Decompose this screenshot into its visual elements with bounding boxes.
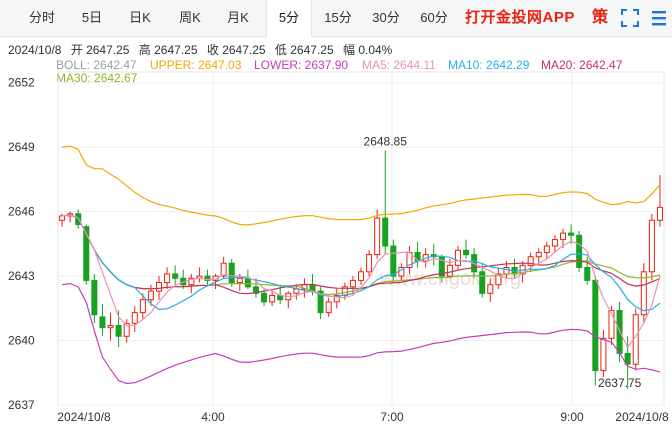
candle-body	[147, 290, 154, 301]
candle-body	[91, 279, 98, 316]
candle-body	[454, 249, 461, 266]
candle-body	[576, 234, 583, 269]
candle-body	[236, 277, 243, 284]
candle-body	[479, 271, 486, 294]
candle-body	[164, 273, 171, 284]
candle-body	[172, 273, 179, 279]
axis-labels: 2652 2649 2646 2643 2640 2637 2024/10/8 4:00 7:0…	[8, 76, 669, 424]
candle-body	[261, 292, 268, 303]
line-upper	[61, 145, 661, 226]
y-tick-label: 2637	[8, 398, 35, 412]
candle-body	[131, 312, 138, 324]
x-tick-label: 9:00	[560, 410, 584, 424]
indicator-lines	[61, 145, 661, 385]
candle-body	[366, 254, 373, 273]
high-annotation: 2648.85	[364, 134, 408, 148]
candle-body	[584, 267, 591, 281]
candle-body	[382, 217, 389, 247]
candle-body	[568, 232, 575, 236]
y-tick-label: 2643	[8, 269, 35, 283]
candle-body	[244, 277, 251, 288]
plot-border	[57, 71, 665, 406]
candle-body	[99, 316, 106, 329]
x-tick-label: 2024/10/8	[615, 410, 669, 424]
candle-body	[357, 271, 365, 281]
candle-body	[487, 284, 494, 294]
candle-body	[551, 239, 558, 247]
candle-body	[293, 288, 300, 294]
candle-body	[139, 299, 146, 314]
candle-body	[535, 251, 542, 258]
candle-body	[349, 279, 356, 288]
x-tick-label: 2024/10/8	[57, 410, 111, 424]
candlestick-chart[interactable]: www.cngold.org 2652264926462643264026372…	[0, 0, 672, 425]
candle-body	[155, 282, 163, 292]
y-tick-label: 2646	[8, 205, 35, 219]
chart-grid	[57, 71, 665, 406]
candle-body	[325, 301, 332, 314]
candle-body	[559, 232, 567, 241]
candle-body	[543, 245, 550, 253]
low-annotation: 2637.75	[598, 376, 642, 390]
candle-body	[656, 206, 663, 221]
candle-body	[390, 245, 397, 277]
candle-body	[592, 279, 599, 372]
x-tick-label: 7:00	[380, 410, 404, 424]
candle-body	[228, 262, 235, 284]
candle-body	[115, 325, 122, 337]
candle-body	[600, 337, 607, 372]
candle-body	[374, 217, 381, 256]
y-tick-label: 2640	[8, 334, 35, 348]
y-tick-label: 2652	[8, 76, 35, 90]
candle-body	[107, 325, 114, 329]
y-tick-label: 2649	[8, 140, 35, 154]
candle-body	[220, 262, 227, 277]
x-tick-label: 4:00	[201, 410, 225, 424]
candle-body	[59, 215, 66, 221]
candle-body	[446, 264, 453, 277]
candle-body	[503, 267, 510, 275]
candle-body	[648, 219, 655, 273]
candle-body	[463, 249, 470, 256]
annotations: 2648.85 2637.75	[364, 134, 642, 389]
candle-body	[269, 294, 276, 303]
